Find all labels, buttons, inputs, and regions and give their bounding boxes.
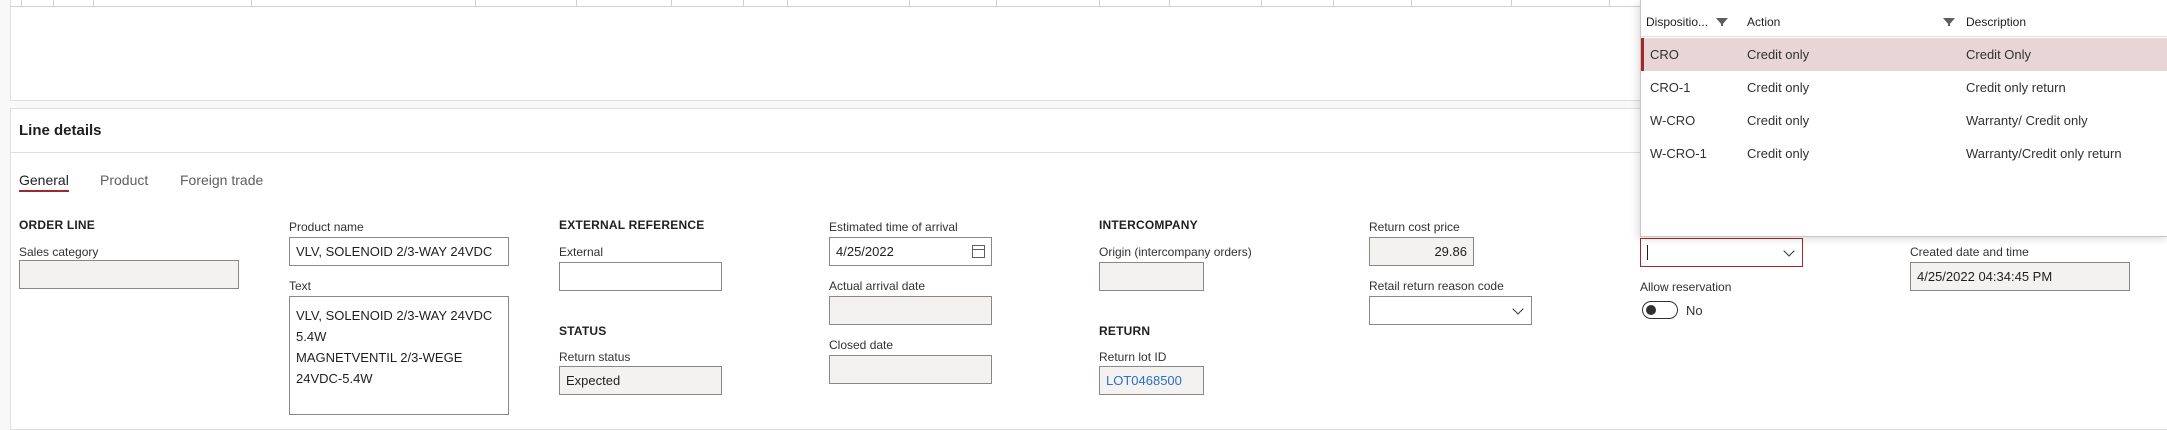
grid-column-divider xyxy=(1333,0,1334,6)
column-header-disposition[interactable]: Dispositio... xyxy=(1646,8,1708,36)
return-cost-label: Return cost price xyxy=(1369,220,1460,234)
eta-date-field[interactable]: 4/25/2022 xyxy=(829,237,992,266)
lookup-cell-description: Credit Only xyxy=(1966,47,2032,62)
grid-column-divider xyxy=(1261,0,1262,6)
lookup-cell-description: Credit only return xyxy=(1966,80,2066,95)
actual-arrival-label: Actual arrival date xyxy=(829,279,926,293)
return-lot-link[interactable]: LOT0468500 xyxy=(1099,366,1204,395)
grid-header-row xyxy=(11,0,1691,7)
external-reference-heading: EXTERNAL REFERENCE xyxy=(559,218,705,232)
filter-icon[interactable] xyxy=(1943,18,1955,26)
lookup-header: Dispositio... Action Description xyxy=(1641,8,2167,37)
filter-sort-icon[interactable] xyxy=(1716,18,1728,26)
disposition-code-lookup: Dispositio... Action Description CRO Cre… xyxy=(1640,0,2167,237)
eta-label: Estimated time of arrival xyxy=(829,220,958,234)
origin-field[interactable] xyxy=(1099,262,1204,291)
eta-date-value: 4/25/2022 xyxy=(836,244,894,259)
disposition-code-input[interactable] xyxy=(1640,238,1803,267)
chevron-down-icon[interactable] xyxy=(1783,245,1795,257)
lookup-cell-action: Credit only xyxy=(1747,47,1810,62)
column-header-description[interactable]: Description xyxy=(1966,8,2026,36)
grid-column-divider xyxy=(1411,0,1412,6)
created-date-field[interactable]: 4/25/2022 04:34:45 PM xyxy=(1910,262,2130,291)
lookup-cell-description: Warranty/ Credit only xyxy=(1966,113,2088,128)
grid-column-divider xyxy=(576,0,577,6)
tab-product[interactable]: Product xyxy=(100,172,148,188)
column-header-action[interactable]: Action xyxy=(1747,8,1780,36)
text-cursor xyxy=(1647,245,1648,260)
lookup-cell-code: W-CRO xyxy=(1650,113,1696,128)
order-line-heading: ORDER LINE xyxy=(19,218,96,232)
grid-column-divider xyxy=(475,0,476,6)
grid-column-divider xyxy=(1099,0,1100,6)
origin-label: Origin (intercompany orders) xyxy=(1099,245,1252,259)
external-label: External xyxy=(559,245,604,259)
closed-date-label: Closed date xyxy=(829,338,894,352)
product-name-label: Product name xyxy=(289,220,364,234)
tab-general[interactable]: General xyxy=(19,172,69,188)
retail-reason-label: Retail return reason code xyxy=(1369,279,1504,293)
grid-column-divider xyxy=(909,0,910,6)
created-label: Created date and time xyxy=(1910,245,2029,259)
text-label: Text xyxy=(289,279,312,293)
sales-category-field[interactable] xyxy=(19,260,239,289)
line-details-title[interactable]: Line details xyxy=(19,122,102,139)
lookup-cell-action: Credit only xyxy=(1747,80,1810,95)
intercompany-heading: INTERCOMPANY xyxy=(1099,218,1198,232)
selected-row-indicator xyxy=(1641,38,1644,71)
grid-column-divider xyxy=(787,0,788,6)
lines-grid xyxy=(10,0,1692,101)
product-name-field[interactable]: VLV, SOLENOID 2/3-WAY 24VDC xyxy=(289,237,509,266)
grid-column-divider xyxy=(1169,0,1170,6)
closed-date-field[interactable] xyxy=(829,355,992,384)
text-area[interactable]: VLV, SOLENOID 2/3-WAY 24VDC 5.4W MAGNETV… xyxy=(289,296,509,415)
grid-column-divider xyxy=(93,0,94,6)
lookup-cell-code: CRO xyxy=(1650,47,1679,62)
toggle-knob xyxy=(1646,305,1656,315)
allow-reservation-toggle[interactable] xyxy=(1642,301,1678,319)
lookup-row[interactable]: W-CRO Credit only Warranty/ Credit only xyxy=(1641,104,2167,137)
grid-column-divider xyxy=(1511,0,1512,6)
lookup-row[interactable]: CRO-1 Credit only Credit only return xyxy=(1641,71,2167,104)
sales-category-label: Sales category xyxy=(19,245,99,259)
return-heading: RETURN xyxy=(1099,324,1151,338)
external-field[interactable] xyxy=(559,262,722,291)
grid-column-divider xyxy=(1609,0,1610,6)
lookup-row[interactable]: W-CRO-1 Credit only Warranty/Credit only… xyxy=(1641,137,2167,170)
actual-arrival-field[interactable] xyxy=(829,296,992,325)
grid-column-divider xyxy=(671,0,672,6)
grid-column-divider xyxy=(743,0,744,6)
return-lot-label: Return lot ID xyxy=(1099,350,1167,364)
lookup-cell-code: W-CRO-1 xyxy=(1650,146,1707,161)
return-status-field[interactable]: Expected xyxy=(559,366,722,395)
allow-reservation-value: No xyxy=(1686,303,1703,318)
status-heading: STATUS xyxy=(559,324,607,338)
lookup-cell-action: Credit only xyxy=(1747,113,1810,128)
retail-reason-dropdown[interactable] xyxy=(1369,296,1532,325)
tab-foreign-trade[interactable]: Foreign trade xyxy=(180,172,263,188)
grid-column-divider xyxy=(996,0,997,6)
chevron-down-icon xyxy=(1512,303,1524,315)
lookup-cell-action: Credit only xyxy=(1747,146,1810,161)
allow-reservation-label: Allow reservation xyxy=(1640,280,1732,294)
grid-column-divider xyxy=(251,0,252,6)
active-tab-indicator xyxy=(19,190,69,192)
grid-column-divider xyxy=(21,0,22,6)
grid-column-divider xyxy=(53,0,54,6)
lookup-row[interactable]: CRO Credit only Credit Only xyxy=(1641,38,2167,71)
lookup-cell-code: CRO-1 xyxy=(1650,80,1691,95)
lookup-cell-description: Warranty/Credit only return xyxy=(1966,146,2122,161)
return-cost-field[interactable]: 29.86 xyxy=(1369,237,1474,266)
return-status-label: Return status xyxy=(559,350,631,364)
calendar-icon[interactable] xyxy=(972,245,985,258)
